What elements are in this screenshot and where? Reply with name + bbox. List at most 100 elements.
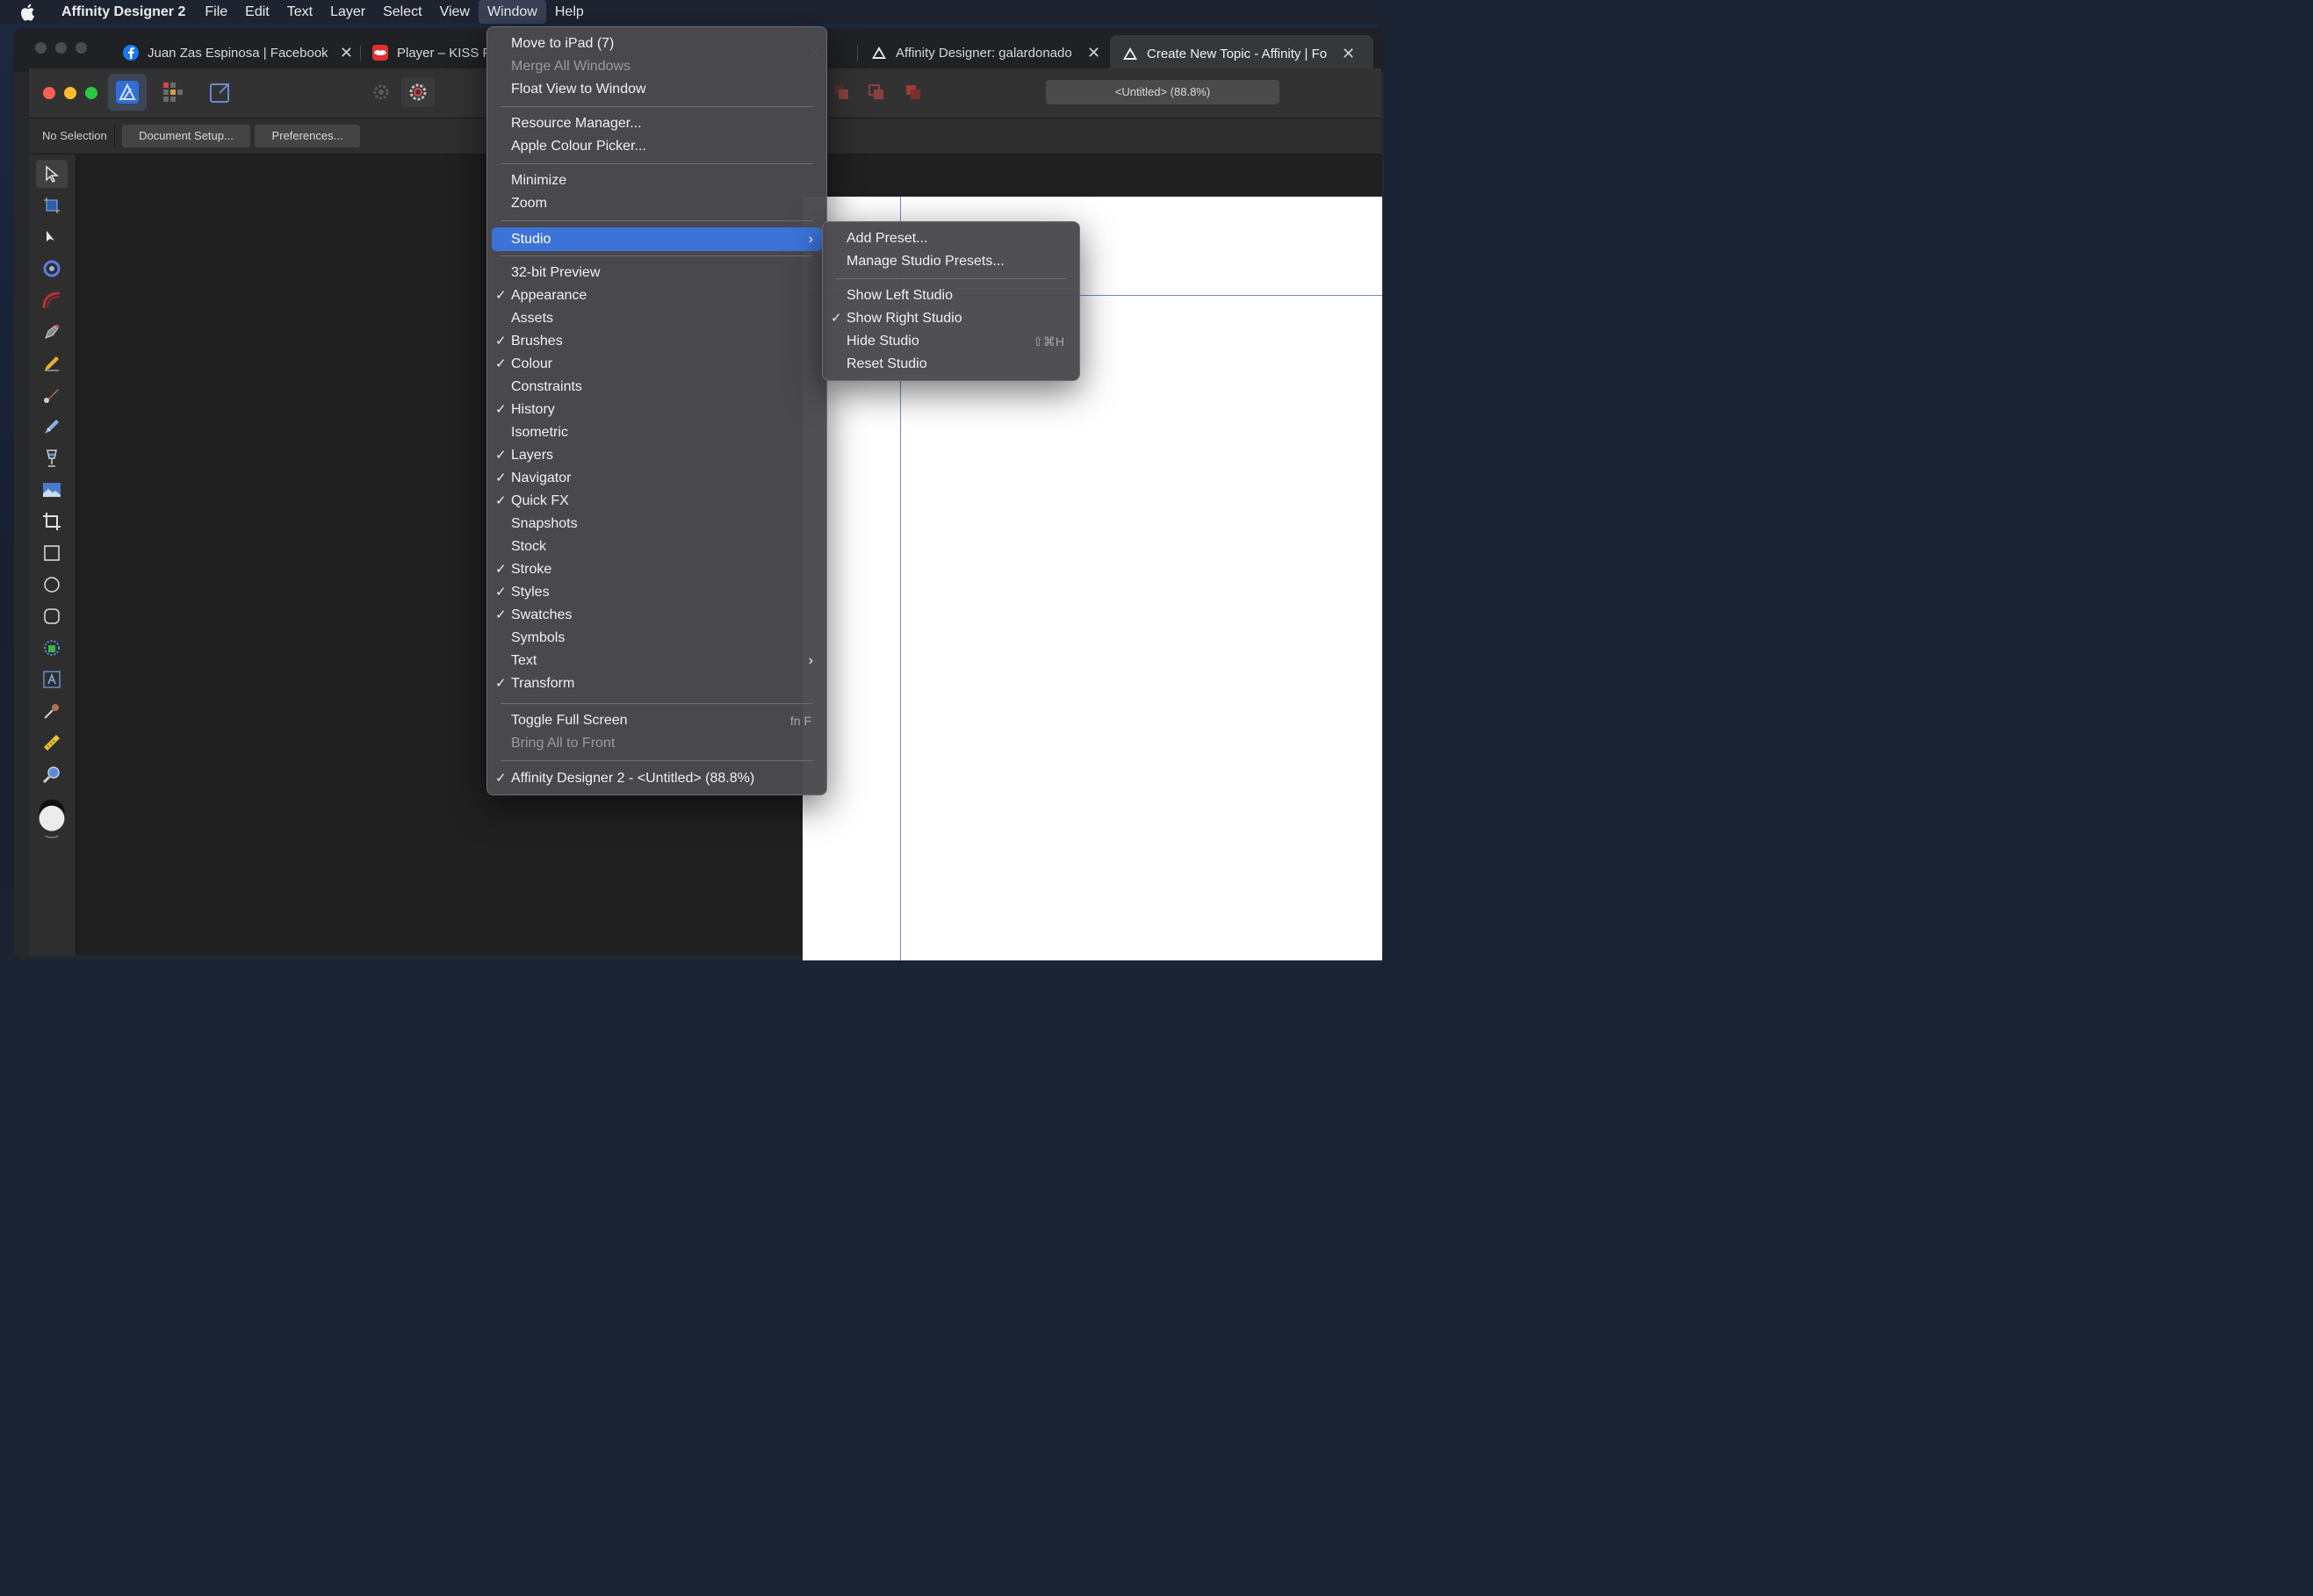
browser-tab-kiss-player[interactable]: Player – KISS F [372, 37, 486, 68]
boolean-xor-icon[interactable] [897, 77, 930, 107]
ellipse-tool-icon[interactable] [36, 571, 68, 599]
lips-icon [372, 45, 388, 61]
crop-tool-icon[interactable] [36, 507, 68, 536]
menu-item-minimize[interactable]: Minimize [492, 169, 822, 192]
menu-item-quick-fx[interactable]: ✓ Quick FX [492, 490, 822, 513]
menu-item-constraints[interactable]: Constraints [492, 376, 822, 399]
minimize-icon[interactable] [55, 42, 67, 54]
zoom-icon[interactable] [85, 87, 97, 99]
menu-view[interactable]: View [431, 0, 479, 24]
menu-item-document-window[interactable]: ✓ Affinity Designer 2 - <Untitled> (88.8%… [492, 767, 822, 790]
contour-tool-icon[interactable] [36, 634, 68, 662]
menu-item-assets[interactable]: Assets [492, 307, 822, 330]
tab-title: Create New Topic - Affinity | Fo [1147, 46, 1328, 61]
checkmark-icon: ✓ [495, 402, 507, 417]
pencil-tool-icon[interactable] [36, 349, 68, 377]
snapping-gear-icon[interactable] [401, 77, 435, 107]
affinity-logo-icon [1122, 46, 1138, 61]
measure-tool-icon[interactable] [36, 729, 68, 757]
color-picker-tool-icon[interactable] [36, 697, 68, 725]
pen-tool-icon[interactable] [36, 318, 68, 346]
rectangle-tool-icon[interactable] [36, 539, 68, 567]
menu-item-layers[interactable]: ✓ Layers [492, 444, 822, 467]
tab-divider [857, 46, 858, 61]
zoom-tool-icon[interactable] [36, 760, 68, 788]
menu-item-stroke[interactable]: ✓ Stroke [492, 558, 822, 581]
menu-window[interactable]: Window [478, 0, 546, 24]
menu-item-add-preset[interactable]: Add Preset... [827, 227, 1075, 250]
browser-tab-affinity-designer[interactable]: Affinity Designer: galardonado ✕ [871, 37, 1101, 68]
checkmark-icon: ✓ [831, 311, 842, 326]
menu-item-appearance[interactable]: ✓ Appearance [492, 284, 822, 307]
menu-item-manage-studio-presets[interactable]: Manage Studio Presets... [827, 250, 1075, 273]
pixel-persona-icon[interactable] [154, 74, 192, 111]
preferences-button[interactable]: Preferences... [255, 125, 360, 147]
corner-tool-icon[interactable] [36, 286, 68, 314]
point-transform-tool-icon[interactable] [36, 255, 68, 283]
menu-edit[interactable]: Edit [236, 0, 278, 24]
menu-app-name[interactable]: Affinity Designer 2 [53, 0, 196, 24]
menu-item-move-to-ipad[interactable]: Move to iPad (7) [492, 32, 822, 55]
menu-item-stock[interactable]: Stock [492, 536, 822, 558]
menu-item-symbols[interactable]: Symbols [492, 627, 822, 650]
menu-item-32bit-preview[interactable]: 32-bit Preview [492, 262, 822, 284]
menu-layer[interactable]: Layer [321, 0, 374, 24]
close-tab-icon[interactable]: ✕ [340, 44, 353, 62]
menu-item-text[interactable]: Text › [492, 650, 822, 672]
menu-item-studio[interactable]: Studio › [492, 227, 822, 251]
fill-tool-icon[interactable] [36, 444, 68, 472]
menu-item-transform[interactable]: ✓ Transform [492, 672, 822, 695]
close-tab-icon[interactable]: ✕ [1342, 45, 1355, 63]
menu-item-show-left-studio[interactable]: Show Left Studio [827, 284, 1075, 307]
designer-persona-icon[interactable] [108, 74, 147, 111]
menu-item-show-right-studio[interactable]: ✓ Show Right Studio [827, 307, 1075, 330]
menu-item-history[interactable]: ✓ History [492, 399, 822, 421]
maximize-icon[interactable] [76, 42, 87, 54]
menu-item-hide-studio[interactable]: Hide Studio ⇧⌘H [827, 330, 1075, 353]
checkmark-icon: ✓ [495, 585, 507, 600]
affinity-logo-icon [871, 45, 887, 61]
menu-item-colour[interactable]: ✓ Colour [492, 353, 822, 376]
export-persona-icon[interactable] [201, 74, 240, 111]
menu-item-zoom[interactable]: Zoom [492, 192, 822, 215]
artboard-tool-icon[interactable] [36, 191, 68, 219]
artistic-text-tool-icon[interactable] [36, 665, 68, 694]
close-tab-icon[interactable]: ✕ [1087, 44, 1100, 62]
place-image-tool-icon[interactable] [36, 476, 68, 504]
document-title: <Untitled> (88.8%) [1046, 80, 1279, 104]
browser-window-controls [35, 42, 87, 54]
rounded-rectangle-tool-icon[interactable] [36, 602, 68, 630]
browser-tab-facebook[interactable]: Juan Zas Espinosa | Facebook ✕ [123, 37, 353, 68]
menu-item-float-view[interactable]: Float View to Window [492, 78, 822, 101]
menu-divider [501, 703, 813, 704]
menu-item-toggle-full-screen[interactable]: Toggle Full Screen fn F [492, 709, 822, 732]
menu-select[interactable]: Select [374, 0, 430, 24]
menu-item-navigator[interactable]: ✓ Navigator [492, 467, 822, 490]
menu-item-resource-manager[interactable]: Resource Manager... [492, 112, 822, 135]
close-icon[interactable] [35, 42, 47, 54]
menu-item-styles[interactable]: ✓ Styles [492, 581, 822, 604]
fill-stroke-swatch-icon[interactable] [36, 795, 68, 845]
boolean-intersect-icon[interactable] [860, 77, 893, 107]
close-icon[interactable] [43, 87, 55, 99]
menu-text[interactable]: Text [278, 0, 321, 24]
menu-file[interactable]: File [196, 0, 236, 24]
menu-help[interactable]: Help [546, 0, 593, 24]
move-tool-icon[interactable] [36, 160, 68, 188]
vector-brush-tool-icon[interactable] [36, 381, 68, 409]
node-tool-icon[interactable] [36, 223, 68, 251]
menu-item-swatches[interactable]: ✓ Swatches [492, 604, 822, 627]
browser-tab-create-topic[interactable]: Create New Topic - Affinity | Fo ✕ [1110, 35, 1373, 72]
menu-item-reset-studio[interactable]: Reset Studio [827, 353, 1075, 376]
menu-item-snapshots[interactable]: Snapshots [492, 513, 822, 536]
shape-builder-tool-icon[interactable] [36, 413, 68, 441]
settings-gear-icon[interactable] [364, 77, 398, 107]
menu-item-isometric[interactable]: Isometric [492, 421, 822, 444]
menu-divider [501, 220, 813, 221]
menu-item-apple-colour-picker[interactable]: Apple Colour Picker... [492, 135, 822, 158]
document-setup-button[interactable]: Document Setup... [122, 125, 250, 147]
apple-logo-icon[interactable] [19, 4, 37, 21]
minimize-icon[interactable] [64, 87, 76, 99]
menu-item-brushes[interactable]: ✓ Brushes [492, 330, 822, 353]
boolean-subtract-icon[interactable] [825, 77, 858, 107]
